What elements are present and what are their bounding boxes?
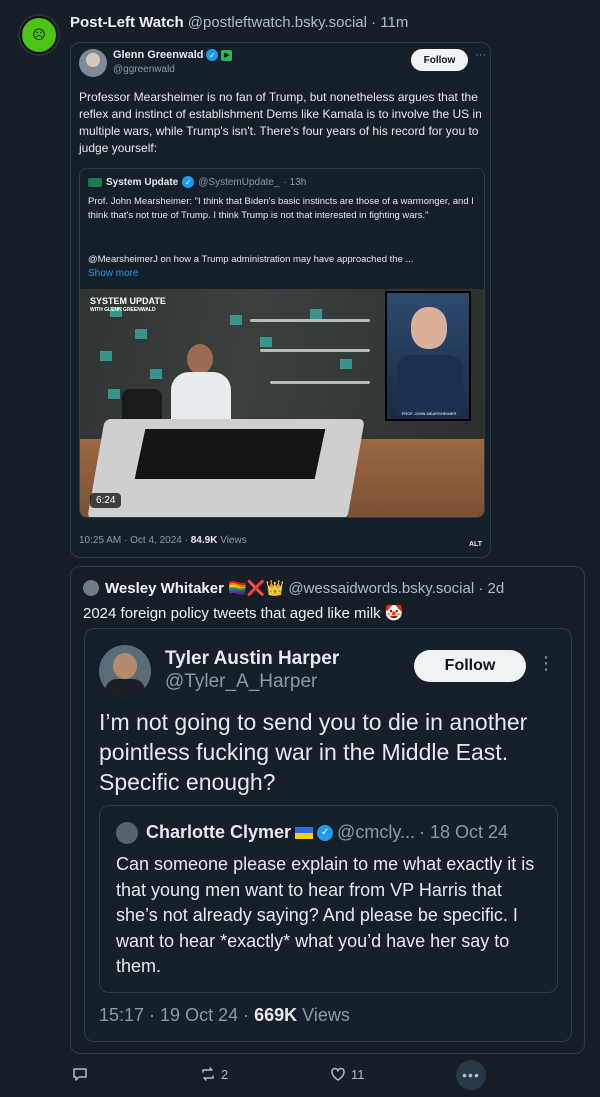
post-timestamp[interactable]: 10:25 AM · Oct 4, 2024 · xyxy=(79,535,188,546)
post-actions-bar: 2 11 ••• xyxy=(0,1060,600,1090)
quoted-text-continued: @MearsheimerJ on how a Trump administrat… xyxy=(88,254,414,265)
wall-tile xyxy=(135,329,147,339)
video-player[interactable]: PROF. JOHN MEARSHEIMER SYSTEM UPDATE WIT… xyxy=(80,289,484,517)
views-count: 84.9K xyxy=(190,535,218,546)
wall-tile xyxy=(108,389,120,399)
heart-icon xyxy=(331,1067,345,1081)
wall-tile xyxy=(260,337,272,347)
wesley-name-emoji: 🏳️‍🌈❌👑 xyxy=(228,580,285,597)
guest-monitor: PROF. JOHN MEARSHEIMER xyxy=(385,291,471,421)
desk-surface xyxy=(134,429,326,479)
glenn-name[interactable]: Glenn Greenwald xyxy=(113,49,203,61)
show-more-link[interactable]: Show more xyxy=(88,268,139,279)
wesley-time: · 2d xyxy=(478,580,505,597)
monitor-caption: PROF. JOHN MEARSHEIMER xyxy=(401,411,457,416)
mask-logo-icon: ☹ xyxy=(22,18,56,52)
wall-tile xyxy=(100,351,112,361)
wall-tile xyxy=(150,369,162,379)
quoted-post-system-update[interactable]: System Update ✓ @SystemUpdate_ · 13h Pro… xyxy=(79,168,485,518)
views-label: Views xyxy=(220,535,247,546)
charlotte-handle[interactable]: @cmcly... xyxy=(337,822,415,843)
more-options-icon[interactable]: ··· xyxy=(475,49,486,61)
wall-tile xyxy=(230,315,242,325)
tyler-avatar[interactable] xyxy=(99,645,151,697)
charlotte-text: Can someone please explain to me what ex… xyxy=(116,854,535,976)
charlotte-header: Charlotte Clymer ✓ @cmcly... · 18 Oct 24 xyxy=(146,822,508,843)
post-header: Post-Left Watch @postleftwatch.bsky.soci… xyxy=(70,14,408,31)
system-update-logo-icon xyxy=(88,177,102,187)
wall-stripe xyxy=(260,349,370,352)
wall-stripe xyxy=(250,319,370,322)
author-name[interactable]: Post-Left Watch xyxy=(70,14,184,31)
quoted-time: · 13h xyxy=(283,176,307,188)
tyler-handle[interactable]: @Tyler_A_Harper xyxy=(165,671,317,693)
author-handle[interactable]: @postleftwatch.bsky.social xyxy=(188,14,367,31)
video-duration: 6:24 xyxy=(90,493,122,508)
charlotte-avatar[interactable] xyxy=(116,822,138,844)
affiliate-badge-icon: ▶ xyxy=(221,49,233,61)
quoted-post-charlotte[interactable]: Charlotte Clymer ✓ @cmcly... · 18 Oct 24… xyxy=(99,805,558,993)
reply-button[interactable] xyxy=(72,1066,93,1082)
glenn-post-meta: 10:25 AM · Oct 4, 2024 · 84.9K Views xyxy=(79,535,247,546)
embedded-post-glenn[interactable]: Glenn Greenwald ✓ ▶ @ggreenwald Follow ·… xyxy=(70,42,491,558)
quoted-name[interactable]: System Update xyxy=(106,177,178,188)
show-logo-subtitle: WITH GLENN GREENWALD xyxy=(90,307,156,313)
verified-icon: ✓ xyxy=(206,49,219,61)
quoted-handle[interactable]: @SystemUpdate_ xyxy=(198,177,279,188)
glenn-post-text: Professor Mearsheimer is no fan of Trump… xyxy=(79,90,482,155)
show-logo-title: SYSTEM UPDATE xyxy=(90,296,166,306)
views-count: 669K xyxy=(254,1005,298,1025)
views-label: Views xyxy=(302,1005,350,1025)
quoted-header: System Update ✓ @SystemUpdate_ · 13h xyxy=(88,176,306,188)
glenn-handle[interactable]: @ggreenwald xyxy=(113,64,175,75)
tyler-post-text: I’m not going to send you to die in anot… xyxy=(99,709,528,795)
show-logo: SYSTEM UPDATE WITH GLENN GREENWALD xyxy=(90,297,166,315)
wesley-handle[interactable]: @wessaidwords.bsky.social xyxy=(288,580,474,597)
follow-button[interactable]: Follow xyxy=(411,49,468,71)
charlotte-name[interactable]: Charlotte Clymer xyxy=(146,822,291,843)
glenn-name-row: Glenn Greenwald ✓ ▶ xyxy=(113,49,233,61)
author-avatar[interactable]: ☹ xyxy=(18,14,60,56)
like-button[interactable]: 11 xyxy=(330,1066,365,1082)
verified-icon: ✓ xyxy=(317,824,334,841)
more-options-icon[interactable]: ⋮ xyxy=(537,654,555,672)
ukraine-flag-icon xyxy=(295,826,314,839)
repost-button[interactable]: 2 xyxy=(200,1066,228,1082)
like-count: 11 xyxy=(351,1066,365,1082)
wesley-text: 2024 foreign policy tweets that aged lik… xyxy=(83,605,404,622)
embedded-post-tyler[interactable]: Tyler Austin Harper @Tyler_A_Harper Foll… xyxy=(84,628,572,1042)
more-actions-button[interactable]: ••• xyxy=(456,1060,486,1090)
reply-icon xyxy=(73,1068,87,1081)
repost-icon xyxy=(202,1067,214,1081)
tyler-post-meta: 15:17 · 19 Oct 24 · 669K Views xyxy=(99,1005,350,1026)
post-time: · 11m xyxy=(371,14,409,31)
wall-tile xyxy=(310,309,322,319)
repost-count: 2 xyxy=(221,1066,229,1082)
follow-button[interactable]: Follow xyxy=(414,650,526,682)
tyler-name[interactable]: Tyler Austin Harper xyxy=(165,648,339,670)
verified-icon: ✓ xyxy=(182,176,195,188)
charlotte-time: · 18 Oct 24 xyxy=(418,822,509,842)
quoted-text: Prof. John Mearsheimer: "I think that Bi… xyxy=(88,196,474,221)
alt-badge[interactable]: ALT xyxy=(469,541,482,548)
wesley-header: Wesley Whitaker 🏳️‍🌈❌👑 @wessaidwords.bsk… xyxy=(105,579,504,597)
glenn-avatar[interactable] xyxy=(79,49,107,77)
wesley-avatar[interactable] xyxy=(83,580,99,596)
post-timestamp[interactable]: 15:17 · 19 Oct 24 · xyxy=(99,1005,249,1025)
wall-tile xyxy=(340,359,352,369)
wall-stripe xyxy=(270,381,370,384)
wesley-name[interactable]: Wesley Whitaker xyxy=(105,580,224,597)
